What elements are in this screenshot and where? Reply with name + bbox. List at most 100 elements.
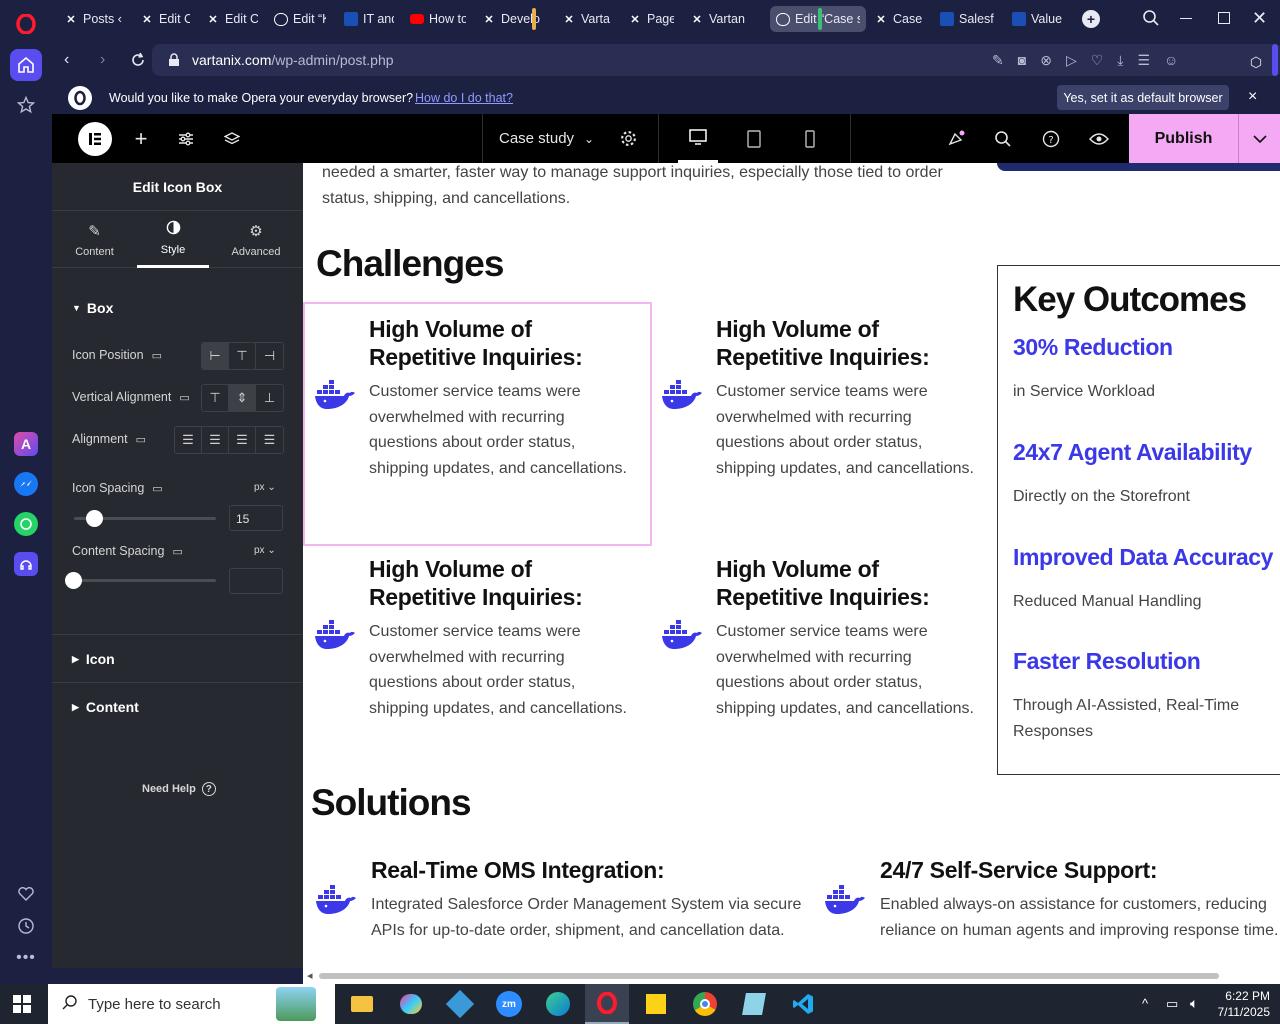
home-icon[interactable] <box>10 49 42 81</box>
icon-spacing-input[interactable]: 15 <box>229 505 283 531</box>
tab-advanced[interactable]: ⚙ Advanced <box>217 211 295 268</box>
content-spacing-unit-select[interactable]: px ⌄ <box>254 545 276 556</box>
responsive-desktop-icon[interactable]: ▭ <box>179 391 189 404</box>
section-box-toggle[interactable]: ▼ Box <box>72 300 113 316</box>
browser-tab[interactable]: IT and <box>338 6 400 32</box>
scrollbar-thumb[interactable] <box>319 973 1219 979</box>
horizontal-scrollbar[interactable]: ◂ <box>303 968 1280 984</box>
taskbar-search-box[interactable]: Type here to search <box>48 984 335 1024</box>
adblock-icon[interactable]: ⊗ <box>1040 52 1052 69</box>
content-spacing-slider-handle[interactable] <box>65 572 82 589</box>
layers-icon[interactable] <box>220 114 244 163</box>
browser-tab[interactable]: ✕ Develo <box>476 6 552 32</box>
aria-icon[interactable]: A <box>10 428 42 460</box>
history-icon[interactable] <box>10 910 42 942</box>
download-icon[interactable]: ⤓ <box>1117 52 1123 69</box>
help-icon[interactable]: ? <box>1040 114 1062 163</box>
send-icon[interactable]: ▷ <box>1066 52 1077 69</box>
tab-style[interactable]: Style <box>137 211 209 268</box>
browser-tab[interactable]: ✕ Case st <box>868 6 930 32</box>
zoom-icon[interactable]: zm <box>487 984 531 1024</box>
taskbar-clock[interactable]: 6:22 PM 7/11/2025 <box>1210 988 1271 1020</box>
more-icon[interactable]: ••• <box>10 942 42 974</box>
responsive-desktop-icon[interactable]: ▭ <box>152 482 162 495</box>
sticky-notes-icon[interactable] <box>634 984 678 1024</box>
opera-taskbar-icon[interactable] <box>585 984 629 1024</box>
browser-tab[interactable]: ✕ Edit Co <box>134 6 196 32</box>
restore-button[interactable] <box>1218 12 1230 24</box>
add-element-icon[interactable]: + <box>127 114 155 163</box>
browser-tab[interactable]: Salesfo <box>934 6 1000 32</box>
camera-icon[interactable]: ◙ <box>1018 52 1026 69</box>
align-left-icon[interactable]: ☰ <box>175 427 202 453</box>
infobar-close-button[interactable]: × <box>1248 88 1257 106</box>
browser-tab[interactable]: ✕ Vartan <box>684 6 754 32</box>
app-cube-icon[interactable] <box>438 984 482 1024</box>
close-window-button[interactable]: ✕ <box>1252 8 1267 29</box>
back-icon[interactable]: ‹ <box>64 51 69 69</box>
browser-tab[interactable]: ✕ Pages <box>622 6 680 32</box>
heart-icon[interactable] <box>10 878 42 910</box>
tablet-view-icon[interactable] <box>734 114 774 163</box>
favorite-icon[interactable]: ♡ <box>1091 52 1104 69</box>
section-icon-toggle[interactable]: ▶ Icon <box>72 651 115 667</box>
menu-icon[interactable]: ☰ <box>1137 52 1150 69</box>
star-icon[interactable] <box>10 89 42 121</box>
url-field[interactable]: vartanix.com/wp-admin/post.php ✎ ◙ ⊗ ▷ ♡… <box>152 44 1280 76</box>
messenger-icon[interactable] <box>10 468 42 500</box>
browser-tab[interactable]: Edit “K <box>268 6 332 32</box>
volume-icon[interactable]: 🔈︎ <box>1190 995 1198 1012</box>
responsive-desktop-icon[interactable]: ▭ <box>136 433 146 446</box>
opera-logo-icon[interactable] <box>10 8 42 40</box>
whatsapp-icon[interactable] <box>10 508 42 540</box>
preview-eye-icon[interactable] <box>1088 114 1110 163</box>
set-default-button[interactable]: Yes, set it as default browser <box>1057 85 1229 110</box>
new-tab-button[interactable]: + <box>1082 10 1100 28</box>
align-middle-icon[interactable]: ⇕ <box>229 385 256 411</box>
need-help-link[interactable]: Need Help ? <box>142 782 216 796</box>
icon-position-top-icon[interactable]: ⊤ <box>229 343 256 369</box>
paint-app-icon[interactable] <box>389 984 433 1024</box>
align-center-icon[interactable]: ☰ <box>202 427 229 453</box>
search-tabs-icon[interactable] <box>1142 9 1160 32</box>
infobar-link[interactable]: How do I do that? <box>415 91 513 105</box>
tray-chevron-icon[interactable]: ^ <box>1142 996 1148 1011</box>
align-justify-icon[interactable]: ☰ <box>256 427 283 453</box>
responsive-desktop-icon[interactable]: ▭ <box>172 545 182 558</box>
section-content-toggle[interactable]: ▶ Content <box>72 699 139 715</box>
browser-tab[interactable]: How to <box>404 6 472 32</box>
icon-position-right-icon[interactable]: ⊣ <box>256 343 283 369</box>
icon-spacing-slider-handle[interactable] <box>86 510 103 527</box>
finder-search-icon[interactable] <box>992 114 1014 163</box>
align-bottom-icon[interactable]: ⊥ <box>256 385 283 411</box>
document-title-dropdown[interactable]: Case study ⌄ <box>499 114 599 163</box>
tab-group-marker[interactable] <box>532 8 536 30</box>
mobile-view-icon[interactable] <box>790 114 830 163</box>
extensions-icon[interactable]: ⬡ <box>1242 50 1270 74</box>
align-right-icon[interactable]: ☰ <box>229 427 256 453</box>
file-explorer-icon[interactable] <box>340 984 384 1024</box>
content-spacing-input[interactable] <box>229 568 283 594</box>
publish-button[interactable]: Publish <box>1129 114 1238 163</box>
reload-icon[interactable] <box>130 52 146 73</box>
minimize-button[interactable] <box>1180 18 1192 19</box>
network-icon[interactable]: ▭ <box>1166 996 1178 1012</box>
browser-tab[interactable]: ✕ Posts ‹ <box>58 6 128 32</box>
content-spacing-slider-track[interactable] <box>74 579 216 582</box>
page-settings-icon[interactable] <box>618 114 638 163</box>
desktop-view-icon[interactable] <box>678 114 718 163</box>
tab-group-marker[interactable] <box>818 8 822 30</box>
align-top-icon[interactable]: ⊤ <box>202 385 229 411</box>
chrome-icon[interactable] <box>683 984 727 1024</box>
icon-spacing-unit-select[interactable]: px ⌄ <box>254 482 276 493</box>
forward-icon[interactable]: › <box>100 51 105 69</box>
browser-tab[interactable]: ✕ Vartan <box>556 6 616 32</box>
notifications-icon[interactable] <box>945 114 967 163</box>
profile-icon[interactable]: ☺ <box>1164 52 1178 69</box>
site-settings-icon[interactable] <box>174 114 198 163</box>
notepad-app-icon[interactable] <box>732 984 776 1024</box>
vscode-icon[interactable] <box>781 984 825 1024</box>
edit-icon[interactable]: ✎ <box>992 52 1004 69</box>
music-player-icon[interactable] <box>10 548 42 580</box>
responsive-desktop-icon[interactable]: ▭ <box>152 349 162 362</box>
